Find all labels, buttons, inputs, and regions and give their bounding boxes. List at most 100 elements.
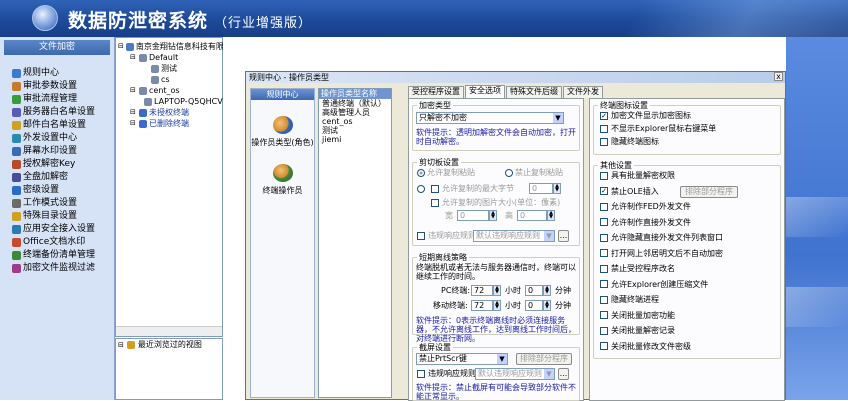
tab[interactable]: 受控程序设置	[408, 86, 464, 98]
option-checkbox[interactable]: 隐藏终端进程	[600, 295, 659, 305]
width-input[interactable]: 0	[457, 210, 489, 221]
expand-icon[interactable]: ⊟	[130, 107, 137, 118]
exclude-programs-button[interactable]: 排除部分程序	[680, 185, 738, 198]
tree-node[interactable]: 测试	[118, 63, 220, 74]
tree-node[interactable]: ⊟ 南京金翔钻信息科技有限	[118, 41, 224, 52]
spinner-icon[interactable]: ▲ ▼	[543, 300, 551, 311]
option-checkbox[interactable]: ✓ 禁止OLE插入	[600, 187, 659, 197]
checkbox-icon	[600, 124, 608, 133]
list-item[interactable]: 高级管理人员	[319, 108, 391, 117]
mobile-hours-input[interactable]: 72	[471, 300, 493, 311]
tree-node[interactable]: cs	[118, 74, 220, 85]
pc-hours-input[interactable]: 72	[471, 285, 493, 296]
list-item[interactable]: 测试	[319, 126, 391, 135]
option-checkbox[interactable]: 关闭批量修改文件密级	[600, 342, 691, 352]
screenshot-more-button[interactable]: ...	[558, 368, 569, 380]
tree-node[interactable]: LAPTOP-Q5QHCV2P	[118, 96, 233, 107]
chevron-down-icon[interactable]: ▼	[553, 113, 563, 123]
spinner-icon[interactable]: ▲ ▼	[547, 210, 555, 221]
expand-icon[interactable]: ⊟	[130, 85, 137, 96]
spinner-icon[interactable]: ▲ ▼	[493, 285, 501, 296]
radio-limit[interactable]	[417, 184, 427, 194]
chevron-down-icon[interactable]: ▼	[544, 231, 554, 241]
expand-icon[interactable]: ⊟	[130, 118, 137, 129]
option-checkbox[interactable]: 关闭批量解密记录	[600, 326, 675, 336]
sidebar-item[interactable]: 应用安全接入设置	[12, 223, 114, 236]
sidebar-item[interactable]: 屏幕水印设置	[12, 145, 114, 158]
option-checkbox[interactable]: 禁止受控程序改名	[600, 264, 675, 274]
option-checkbox[interactable]: 具有批量解密权限	[600, 171, 675, 181]
encrypt-type-label: 加密类型	[417, 100, 453, 111]
org-tree[interactable]: ⊟ 南京金翔钻信息科技有限 ⊟ Default 测试 cs ⊟ cent_os LAPTOP-Q…	[115, 37, 233, 337]
sidebar-item[interactable]: 工作模式设置	[12, 197, 114, 210]
option-checkbox[interactable]: ✓ 加密文件显示加密图标	[600, 111, 691, 121]
option-checkbox[interactable]: 关闭批量加密功能	[600, 311, 675, 321]
sidebar-item[interactable]: 授权解密Key	[12, 158, 114, 171]
tree-node[interactable]: ⊟ cent_os	[118, 85, 220, 96]
recent-views-label[interactable]: 最近浏览过的视图	[138, 339, 202, 351]
sidebar-item[interactable]: 特殊目录设置	[12, 210, 114, 223]
chevron-down-icon[interactable]: ▼	[497, 354, 507, 364]
operator-type-list[interactable]: 操作员类型名称 普通终端（默认） 高级管理人员 cent_os 测试 jiemi	[318, 88, 392, 398]
sidebar-item[interactable]: 终端备份清单管理	[12, 249, 114, 262]
expand-icon[interactable]: ⊟	[118, 41, 124, 52]
sidebar-item[interactable]: 加密文件监视过滤	[12, 262, 114, 275]
max-text-checkbox[interactable]: 允许复制的最大字节	[431, 184, 514, 194]
list-item[interactable]: 普通终端（默认）	[319, 99, 391, 108]
sidebar-item[interactable]: 邮件白名单设置	[12, 119, 114, 132]
expand-icon[interactable]: ⊟	[118, 339, 124, 351]
sidebar-item[interactable]: 密级设置	[12, 184, 114, 197]
tab[interactable]: 文件外发	[563, 86, 603, 98]
sidebar-item[interactable]: 规则中心	[12, 67, 114, 80]
clipboard-violation-checkbox[interactable]: 违规响应规则	[417, 231, 476, 241]
tree-node[interactable]: ⊟ 未授权终端	[118, 107, 220, 118]
sidebar-item[interactable]: 全盘加解密	[12, 171, 114, 184]
sidebar-item[interactable]: 审批参数设置	[12, 80, 114, 93]
sidebar-caption[interactable]: 文件加密	[4, 40, 110, 55]
screenshot-violation-checkbox[interactable]: 违规响应规则	[417, 369, 476, 379]
max-image-checkbox[interactable]: 允许复制的图片大小(单位：像素)	[431, 198, 560, 208]
clipboard-violation-select[interactable]: 默认违规响应规则 ▼	[473, 230, 555, 242]
tree-node[interactable]: ⊟ 已删除终端	[118, 118, 220, 129]
option-checkbox[interactable]: 允许制作直接外发文件	[600, 218, 691, 228]
option-checkbox[interactable]: 允许Explorer创建压缩文件	[600, 280, 708, 290]
option-checkbox[interactable]: 不显示Explorer鼠标右键菜单	[600, 124, 716, 134]
list-header[interactable]: 操作员类型名称	[319, 89, 391, 99]
screenshot-violation-select[interactable]: 默认违规响应规则 ▼	[475, 368, 555, 380]
radio-allow-copy[interactable]: 允许复制粘贴	[417, 168, 475, 178]
option-checkbox[interactable]: 隐藏终端图标	[600, 137, 659, 147]
sidebar-item[interactable]: 审批流程管理	[12, 93, 114, 106]
option-checkbox[interactable]: 允许制作FED外发文件	[600, 202, 691, 212]
spinner-icon[interactable]: ▲ ▼	[543, 285, 551, 296]
nav-operator-type[interactable]: 操作员类型(角色)	[251, 116, 314, 148]
tree-node[interactable]: ⊟ Default	[118, 52, 220, 63]
list-item[interactable]: cent_os	[319, 117, 391, 126]
expand-icon[interactable]: ⊟	[130, 52, 137, 63]
sidebar-item[interactable]: Office文档水印	[12, 236, 114, 249]
option-checkbox[interactable]: 打开网上邻居明文后不自动加密	[600, 249, 723, 259]
clipboard-more-button[interactable]: ...	[558, 230, 569, 242]
nav-terminal-operator[interactable]: 终端操作员	[251, 164, 314, 196]
mobile-mins-input[interactable]: 0	[525, 300, 543, 311]
option-checkbox[interactable]: 允许隐藏直接外发文件列表窗口	[600, 233, 723, 243]
chevron-down-icon[interactable]: ▼	[544, 369, 554, 379]
tab[interactable]: 安全选项	[465, 85, 505, 98]
screenshot-select[interactable]: 禁止PrtScr键 ▼	[416, 353, 508, 365]
screenshot-exclude-button[interactable]: 排除部分程序	[516, 353, 572, 365]
close-icon[interactable]: x	[774, 72, 783, 81]
minute-label: 分钟	[555, 301, 571, 310]
sidebar-item[interactable]: 服务器白名单设置	[12, 106, 114, 119]
dialog-titlebar[interactable]: 规则中心 - 操作员类型 x	[246, 72, 785, 83]
tree-horizontal-scrollbar[interactable]	[116, 326, 222, 336]
spinner-icon[interactable]: ▲ ▼	[553, 183, 561, 194]
max-text-input[interactable]: 0	[529, 183, 553, 194]
sidebar-item[interactable]: 外发设置中心	[12, 132, 114, 145]
pc-mins-input[interactable]: 0	[525, 285, 543, 296]
list-item[interactable]: jiemi	[319, 135, 391, 144]
spinner-icon[interactable]: ▲ ▼	[489, 210, 497, 221]
spinner-icon[interactable]: ▲ ▼	[493, 300, 501, 311]
height-input[interactable]: 0	[517, 210, 547, 221]
radio-forbid-copy[interactable]: 禁止复制粘贴	[505, 168, 563, 178]
tab[interactable]: 特殊文件后缀	[506, 86, 562, 98]
encrypt-type-select[interactable]: 只解密不加密 ▼	[416, 112, 564, 124]
